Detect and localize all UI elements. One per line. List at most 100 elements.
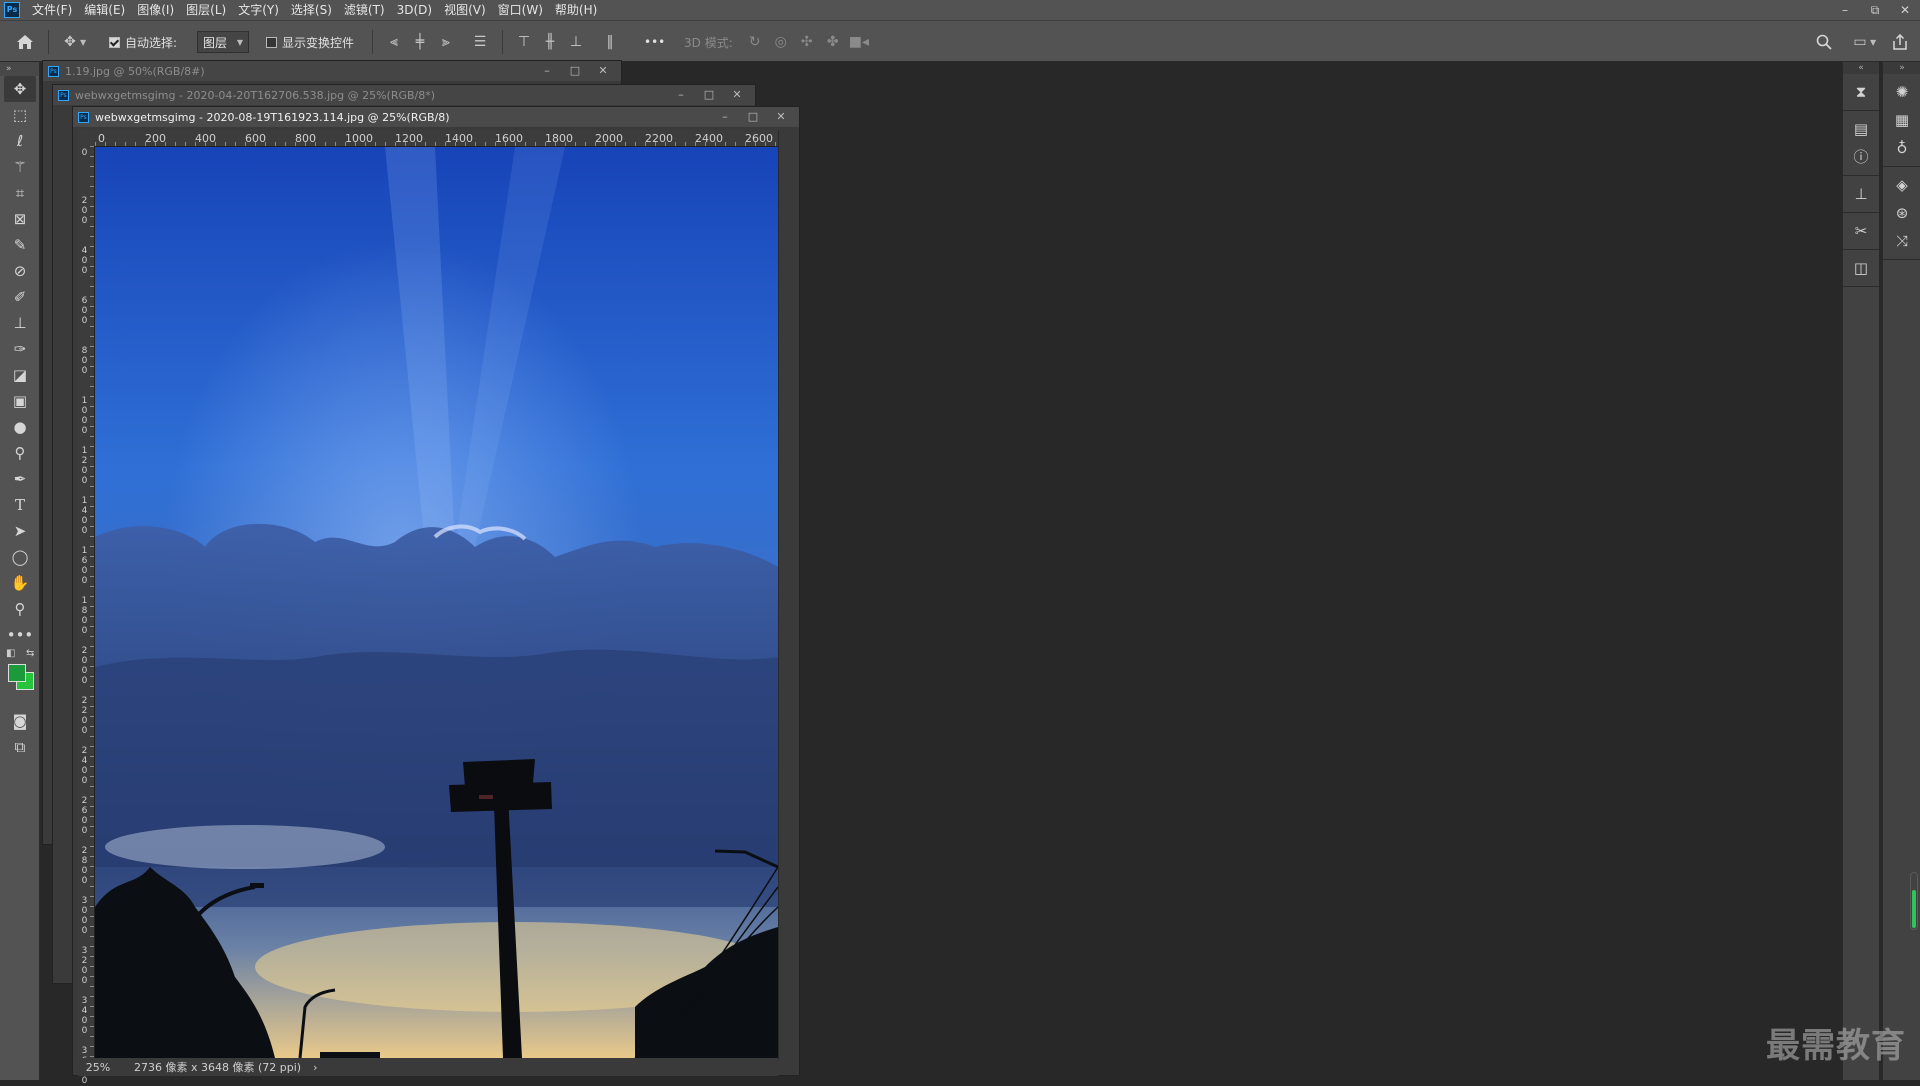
tool-presets-panel-icon[interactable]: ✂ [1846, 217, 1876, 245]
gradient-tool[interactable]: ▣ [4, 388, 36, 414]
history-brush-tool[interactable]: ✑ [4, 336, 36, 362]
menu-image[interactable]: 图像(I) [131, 0, 180, 20]
align-vertical-center-icon[interactable]: ╫ [540, 34, 560, 50]
minimize-icon[interactable]: – [667, 85, 695, 105]
align-top-icon[interactable]: ⊤ [514, 34, 534, 50]
close-button[interactable]: ✕ [1890, 0, 1920, 20]
dodge-tool[interactable]: ⚲ [4, 440, 36, 466]
status-menu-arrow-icon[interactable]: › [313, 1061, 317, 1074]
path-selection-tool[interactable]: ➤ [4, 518, 36, 544]
menu-select[interactable]: 选择(S) [285, 0, 338, 20]
eraser-tool[interactable]: ◪ [4, 362, 36, 388]
menu-window[interactable]: 窗口(W) [492, 0, 549, 20]
swap-colors-icon[interactable]: ⇆ [26, 648, 34, 659]
properties-panel-icon[interactable]: ▤ [1846, 115, 1876, 143]
menu-3d[interactable]: 3D(D) [391, 0, 438, 20]
more-tools[interactable]: ••• [4, 622, 36, 648]
show-transform-checkbox[interactable]: 显示变换控件 [266, 21, 354, 63]
default-colors-icon[interactable]: ◧ [6, 648, 15, 659]
eyedropper-tool[interactable]: ✎ [4, 232, 36, 258]
document-title-bar[interactable]: Ps 1.19.jpg @ 50%(RGB/8#) – □ ✕ [43, 61, 621, 81]
layer-dropdown[interactable]: 图层 ▼ [197, 21, 249, 63]
panel-scroll-indicator[interactable] [1910, 872, 1918, 930]
menu-view[interactable]: 视图(V) [438, 0, 492, 20]
auto-select-checkbox[interactable]: 自动选择: [109, 21, 177, 63]
layers-panel-icon[interactable]: ◈ [1887, 171, 1917, 199]
document-title-bar[interactable]: Ps webwxgetmsgimg - 2020-08-19T161923.11… [73, 107, 799, 127]
vertical-ruler[interactable]: 0 200 400 600 800 1000 1200 1400 1600 18… [78, 146, 95, 1086]
tool-preset-picker[interactable]: ✥ ▼ [60, 21, 86, 63]
document-title-bar[interactable]: Ps webwxgetmsgimg - 2020-04-20T162706.53… [53, 85, 755, 105]
minimize-icon[interactable]: – [711, 107, 739, 127]
channels-panel-icon[interactable]: ⊛ [1887, 199, 1917, 227]
3d-roll-icon[interactable]: ◎ [771, 34, 791, 50]
maximize-icon[interactable]: □ [739, 107, 767, 127]
close-icon[interactable]: ✕ [589, 61, 617, 81]
zoom-level[interactable]: 25% [78, 1061, 118, 1074]
menu-type[interactable]: 文字(Y) [232, 0, 285, 20]
info-panel-icon[interactable]: ⓘ [1846, 143, 1876, 171]
menu-edit[interactable]: 编辑(E) [78, 0, 131, 20]
home-button[interactable] [16, 21, 34, 63]
marquee-tool[interactable]: ⬚ [4, 102, 36, 128]
align-horizontal-center-icon[interactable]: ╪ [410, 34, 430, 50]
ruler-origin[interactable] [78, 130, 94, 146]
distribute-icon[interactable]: ☰ [470, 34, 490, 50]
menu-filter[interactable]: 滤镜(T) [338, 0, 391, 20]
collapse-toolbar-icon[interactable]: » [0, 62, 39, 76]
workspace-button[interactable]: ▭ ▼ [1850, 21, 1876, 63]
foreground-color-swatch[interactable] [8, 664, 26, 682]
align-left-icon[interactable]: ⫷ [384, 34, 404, 50]
magic-wand-tool[interactable]: ⚚ [4, 154, 36, 180]
close-icon[interactable]: ✕ [723, 85, 751, 105]
maximize-icon[interactable]: □ [561, 61, 589, 81]
menu-file[interactable]: 文件(F) [26, 0, 78, 20]
horizontal-ruler[interactable]: 0 200 400 600 800 1000 1200 1400 1600 18… [95, 130, 778, 147]
document-info[interactable]: 2736 像素 x 3648 像素 (72 ppi) [134, 1059, 301, 1075]
minimize-icon[interactable]: – [533, 61, 561, 81]
3d-pan-icon[interactable]: ✣ [797, 34, 817, 50]
distribute-vertical-icon[interactable]: ‖ [600, 34, 620, 50]
learn-panel-icon[interactable]: ♁ [1887, 134, 1917, 162]
collapse-panels-icon[interactable]: « [1843, 62, 1879, 74]
align-bottom-icon[interactable]: ⊥ [566, 34, 586, 50]
align-right-icon[interactable]: ⫸ [436, 34, 456, 50]
frame-tool[interactable]: ⊠ [4, 206, 36, 232]
screen-mode-button[interactable]: ⧉ [4, 734, 36, 760]
hand-tool[interactable]: ✋ [4, 570, 36, 596]
3d-camera-icon[interactable]: ■◂ [849, 34, 869, 50]
zoom-tool[interactable]: ⚲ [4, 596, 36, 622]
expand-panels-icon[interactable]: » [1883, 62, 1920, 74]
menu-help[interactable]: 帮助(H) [549, 0, 603, 20]
3d-orbit-icon[interactable]: ↻ [745, 34, 765, 50]
minimize-button[interactable]: – [1830, 0, 1860, 20]
maximize-icon[interactable]: □ [695, 85, 723, 105]
move-tool[interactable]: ✥ [4, 76, 36, 102]
ellipse-tool[interactable]: ◯ [4, 544, 36, 570]
paths-panel-icon[interactable]: ⤨ [1887, 227, 1917, 255]
swatches-panel-icon[interactable]: ▦ [1887, 106, 1917, 134]
restore-button[interactable]: ⧉ [1860, 0, 1890, 20]
menu-layer[interactable]: 图层(L) [180, 0, 232, 20]
pen-tool[interactable]: ✒ [4, 466, 36, 492]
libraries-panel-icon[interactable]: ◫ [1846, 254, 1876, 282]
vertical-scrollbar[interactable] [778, 130, 797, 1060]
history-panel-icon[interactable]: ⧗ [1846, 78, 1876, 106]
clone-stamp-tool[interactable]: ⊥ [4, 310, 36, 336]
more-options-button[interactable]: ••• [644, 21, 665, 63]
share-button[interactable] [1892, 21, 1908, 63]
color-panel-icon[interactable]: ✺ [1887, 78, 1917, 106]
clone-source-panel-icon[interactable]: ⊥ [1846, 180, 1876, 208]
panel-scroll-thumb[interactable] [1912, 890, 1916, 928]
type-tool[interactable]: T [4, 492, 36, 518]
3d-slide-icon[interactable]: ✤ [823, 34, 843, 50]
lasso-tool[interactable]: ℓ [4, 128, 36, 154]
brush-tool[interactable]: ✐ [4, 284, 36, 310]
search-button[interactable] [1816, 21, 1832, 63]
crop-tool[interactable]: ⌗ [4, 180, 36, 206]
close-icon[interactable]: ✕ [767, 107, 795, 127]
document-canvas[interactable] [95, 147, 778, 1058]
blur-tool[interactable]: ● [4, 414, 36, 440]
healing-brush-tool[interactable]: ⊘ [4, 258, 36, 284]
quick-mask-button[interactable]: ◙ [4, 708, 36, 734]
